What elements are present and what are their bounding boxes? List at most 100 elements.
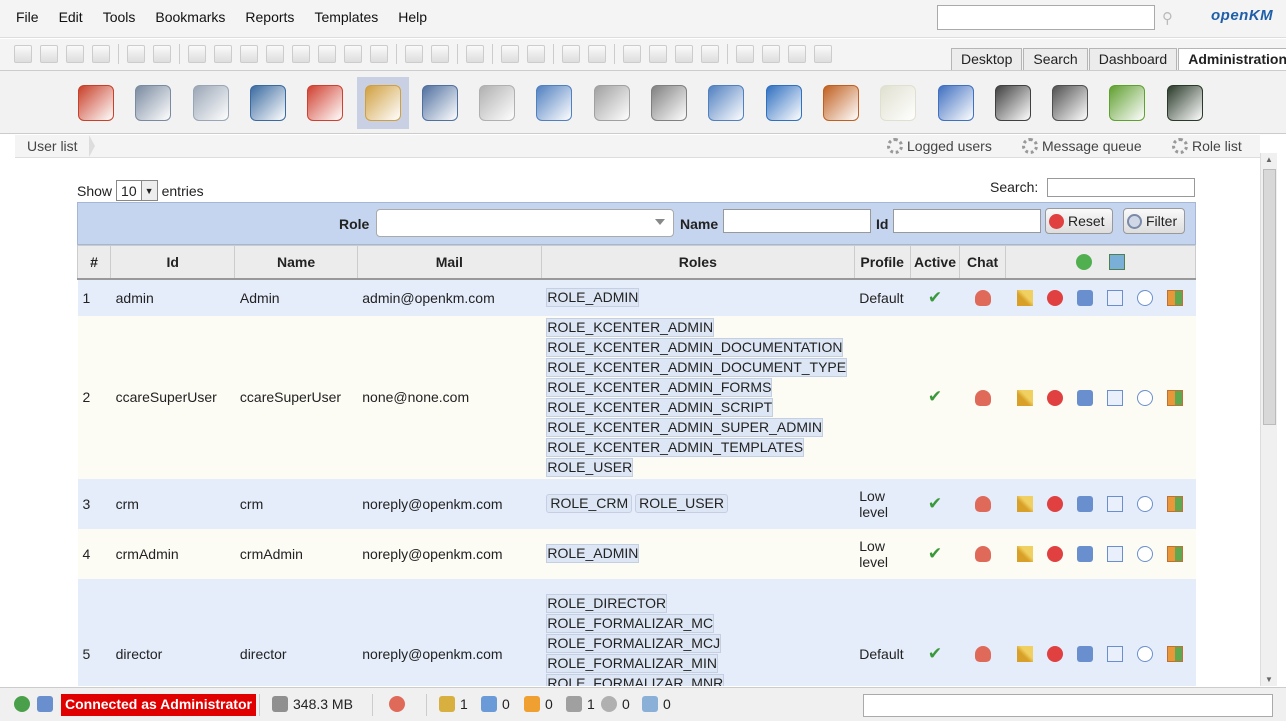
add-subscription-icon[interactable]: [501, 45, 519, 63]
status-input[interactable]: [863, 694, 1273, 717]
workflow-icon[interactable]: [466, 45, 484, 63]
calendar-icon[interactable]: [1167, 290, 1184, 307]
download-icon[interactable]: [814, 45, 832, 63]
menu-templates[interactable]: Templates: [314, 9, 378, 25]
scroll-down-icon[interactable]: ▼: [1265, 675, 1273, 684]
print-icon[interactable]: [92, 45, 110, 63]
column-header-mail[interactable]: Mail: [356, 245, 542, 280]
edit-icon[interactable]: [1017, 389, 1034, 406]
checkout-icon[interactable]: [318, 45, 336, 63]
scroll-up-icon[interactable]: ▲: [1265, 155, 1273, 164]
find-folder-icon[interactable]: [14, 45, 32, 63]
mail-icon[interactable]: [1107, 389, 1124, 406]
home-icon[interactable]: [70, 77, 122, 129]
mail-icon[interactable]: [1107, 496, 1124, 513]
back-icon[interactable]: [736, 45, 754, 63]
folder-icon[interactable]: [1101, 77, 1153, 129]
mail-icon[interactable]: [1107, 646, 1124, 663]
lock-icon[interactable]: [127, 45, 145, 63]
chat-icon[interactable]: [1137, 290, 1154, 307]
user-icon[interactable]: [974, 389, 991, 406]
column-header-name[interactable]: Name: [234, 245, 358, 280]
top-search-input[interactable]: [937, 5, 1155, 30]
column-header-chat[interactable]: Chat: [959, 245, 1006, 280]
wrench-icon[interactable]: [1077, 290, 1094, 307]
calendar-icon[interactable]: [643, 77, 695, 129]
column-header-num[interactable]: #: [76, 245, 112, 280]
wrench-icon[interactable]: [1077, 389, 1094, 406]
edit-icon[interactable]: [1017, 646, 1034, 663]
report-icon[interactable]: [872, 77, 924, 129]
add-property-icon[interactable]: [405, 45, 423, 63]
user-icon[interactable]: [974, 290, 991, 307]
delete-icon[interactable]: [1047, 389, 1064, 406]
similar-document-icon[interactable]: [66, 45, 84, 63]
split-icon[interactable]: [675, 45, 693, 63]
wrench-icon[interactable]: [1077, 496, 1094, 513]
mail-icon[interactable]: [1107, 546, 1124, 563]
paperclip-icon[interactable]: [471, 77, 523, 129]
search-icon[interactable]: ⚲: [1162, 9, 1173, 27]
role-list-link[interactable]: Role list: [1172, 138, 1242, 154]
remove-subscription-icon[interactable]: [527, 45, 545, 63]
column-header-profile[interactable]: Profile: [853, 245, 911, 280]
subscriptions[interactable]: 1: [566, 696, 595, 712]
delete-icon[interactable]: [1047, 546, 1064, 563]
edit-icon[interactable]: [1017, 496, 1034, 513]
attachments[interactable]: 0: [642, 696, 671, 712]
wrench-icon[interactable]: [1077, 646, 1094, 663]
menu-help[interactable]: Help: [398, 9, 427, 25]
forward-icon[interactable]: [788, 45, 806, 63]
scroll-thumb[interactable]: [1263, 169, 1276, 425]
paint-icon[interactable]: [528, 77, 580, 129]
column-header-id[interactable]: Id: [110, 245, 236, 280]
export-icon[interactable]: [1109, 254, 1126, 271]
delete-icon[interactable]: [1047, 290, 1064, 307]
search-doc-icon[interactable]: [185, 77, 237, 129]
tools-icon[interactable]: [127, 77, 179, 129]
tab-search[interactable]: Search: [1023, 48, 1088, 70]
users-icon[interactable]: [356, 77, 409, 129]
menu-bookmarks[interactable]: Bookmarks: [155, 9, 225, 25]
globe-icon[interactable]: [14, 696, 35, 712]
calendar-icon[interactable]: [1167, 389, 1184, 406]
checkout-docs[interactable]: 0: [481, 696, 510, 712]
windows-icon[interactable]: [758, 77, 810, 129]
edit-icon[interactable]: [1017, 290, 1034, 307]
calendar-icon[interactable]: [1167, 546, 1184, 563]
tab-administration[interactable]: Administration: [1178, 48, 1286, 70]
chat-icon[interactable]: [1137, 646, 1154, 663]
message-queue-link[interactable]: Message queue: [1022, 138, 1142, 154]
terminal-icon[interactable]: [1159, 77, 1211, 129]
printer-icon[interactable]: [1044, 77, 1096, 129]
role-select[interactable]: [376, 209, 674, 237]
calendar-icon[interactable]: [1167, 646, 1184, 663]
list-icon[interactable]: [987, 77, 1039, 129]
user-info[interactable]: [389, 696, 410, 712]
column-header-active[interactable]: Active: [909, 245, 961, 280]
add-document-icon[interactable]: [240, 45, 258, 63]
clock-icon[interactable]: [930, 77, 982, 129]
stamp-icon[interactable]: [815, 77, 867, 129]
delete-icon[interactable]: [1047, 496, 1064, 513]
delete-icon[interactable]: [1047, 646, 1064, 663]
scanner-icon[interactable]: [586, 77, 638, 129]
cancel-checkout-icon[interactable]: [344, 45, 362, 63]
add-folder-icon[interactable]: [188, 45, 206, 63]
delete-icon[interactable]: [370, 45, 388, 63]
printer-small-icon[interactable]: [649, 45, 667, 63]
user-icon[interactable]: [974, 496, 991, 513]
tab-desktop[interactable]: Desktop: [951, 48, 1023, 70]
add-mail-icon[interactable]: [214, 45, 232, 63]
find-document-icon[interactable]: [40, 45, 58, 63]
filter-button[interactable]: Filter: [1123, 208, 1186, 234]
mail-icon[interactable]: [1107, 290, 1124, 307]
user-icon[interactable]: [974, 546, 991, 563]
name-filter-input[interactable]: [723, 209, 871, 233]
monitor-icon[interactable]: [242, 77, 294, 129]
database-icon[interactable]: [414, 77, 466, 129]
workflows[interactable]: 0: [601, 696, 630, 712]
history-icon[interactable]: [762, 45, 780, 63]
checkin-icon[interactable]: [292, 45, 310, 63]
entries-select[interactable]: 10 ▼: [116, 180, 158, 201]
